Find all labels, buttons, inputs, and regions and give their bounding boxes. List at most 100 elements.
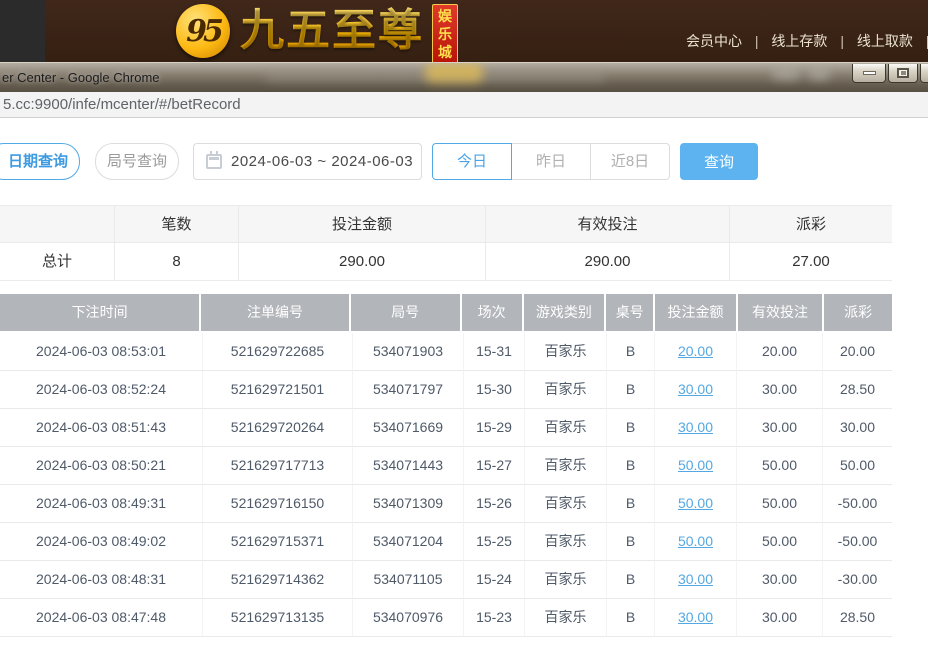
bet-cell-game-type: 百家乐 (525, 447, 607, 485)
summary-col-header: 投注金额 (239, 206, 486, 243)
bet-cell-ticket-no: 521629716150 (203, 485, 353, 523)
bet-cell-ticket-no: 521629714362 (203, 561, 353, 599)
bet-row: 2024-06-03 08:52:24521629721501534071797… (0, 371, 892, 409)
date-range-input[interactable]: 2024-06-03 ~ 2024-06-03 (193, 143, 422, 180)
bet-cell-payout: 28.50 (823, 599, 892, 637)
bet-cell-valid-bet: 50.00 (737, 523, 823, 561)
bet-cell-bet-amount: 30.00 (655, 409, 737, 447)
range-last8-button[interactable]: 近8日 (591, 143, 670, 180)
site-header: 95 九五至尊 娱乐城 会员中心 | 线上存款 | 线上取款 | 一键划转 (0, 0, 928, 62)
bet-cell-payout: -30.00 (823, 561, 892, 599)
bet-cell-table-no: B (607, 485, 655, 523)
logo-coin-icon: 95 (176, 4, 230, 58)
logo-badge: 娱乐城 (432, 4, 458, 62)
bet-cell-game-type: 百家乐 (525, 371, 607, 409)
summary-col-header: 有效投注 (486, 206, 730, 243)
bet-amount-link[interactable]: 30.00 (678, 571, 713, 587)
bet-row: 2024-06-03 08:49:31521629716150534071309… (0, 485, 892, 523)
nav-item-online-deposit[interactable]: 线上存款 (771, 33, 827, 49)
bet-cell-game-type: 百家乐 (525, 599, 607, 637)
bet-cell-time: 2024-06-03 08:53:01 (0, 333, 203, 371)
bet-col-header-valid-bet: 有效投注 (738, 294, 822, 331)
bet-cell-bet-amount: 50.00 (655, 447, 737, 485)
bet-cell-table-no: B (607, 523, 655, 561)
summary-total-cell: 27.00 (730, 243, 892, 281)
round-query-tab[interactable]: 局号查询 (95, 143, 179, 180)
logo-badge-char: 娱 (438, 7, 452, 25)
bet-cell-time: 2024-06-03 08:49:31 (0, 485, 203, 523)
titlebar-reflection (808, 71, 830, 80)
bet-row: 2024-06-03 08:50:21521629717713534071443… (0, 447, 892, 485)
window-controls (850, 64, 928, 83)
bet-cell-game-type: 百家乐 (525, 485, 607, 523)
bet-cell-bet-amount: 50.00 (655, 523, 737, 561)
bet-cell-table-no: B (607, 599, 655, 637)
site-logo: 95 九五至尊 娱乐城 (176, 0, 458, 62)
nav-item-online-withdraw[interactable]: 线上取款 (857, 33, 913, 49)
bet-cell-session: 15-30 (464, 371, 525, 409)
bet-cell-ticket-no: 521629721501 (203, 371, 353, 409)
bet-col-header-round-no: 局号 (351, 294, 460, 331)
bet-table-header-row: 下注时间注单编号局号场次游戏类别桌号投注金额有效投注派彩 (0, 294, 892, 333)
bet-cell-time: 2024-06-03 08:47:48 (0, 599, 203, 637)
bet-amount-link[interactable]: 50.00 (678, 495, 713, 511)
bet-row: 2024-06-03 08:47:48521629713135534070976… (0, 599, 892, 637)
nav-separator: | (755, 33, 759, 49)
minimize-button[interactable] (852, 64, 886, 83)
summary-total-cell: 8 (115, 243, 239, 281)
bet-amount-link[interactable]: 30.00 (678, 609, 713, 625)
logo-badge-char: 城 (438, 43, 452, 61)
calendar-icon (206, 154, 222, 169)
bet-cell-time: 2024-06-03 08:50:21 (0, 447, 203, 485)
bet-cell-game-type: 百家乐 (525, 561, 607, 599)
summary-total-cell: 290.00 (486, 243, 730, 281)
bet-cell-payout: 20.00 (823, 333, 892, 371)
bet-cell-time: 2024-06-03 08:52:24 (0, 371, 203, 409)
bet-cell-bet-amount: 30.00 (655, 561, 737, 599)
close-button[interactable] (920, 64, 928, 83)
bet-row: 2024-06-03 08:49:02521629715371534071204… (0, 523, 892, 561)
nav-item-member-center[interactable]: 会员中心 (686, 33, 742, 49)
bet-cell-valid-bet: 30.00 (737, 561, 823, 599)
bet-cell-ticket-no: 521629713135 (203, 599, 353, 637)
bet-cell-payout: 50.00 (823, 447, 892, 485)
bet-cell-session: 15-31 (464, 333, 525, 371)
summary-col-header: 笔数 (115, 206, 239, 243)
bet-cell-payout: -50.00 (823, 485, 892, 523)
bet-cell-round-no: 534071669 (353, 409, 464, 447)
bet-amount-link[interactable]: 50.00 (678, 533, 713, 549)
window-titlebar[interactable]: er Center - Google Chrome (0, 62, 928, 92)
bet-cell-round-no: 534071309 (353, 485, 464, 523)
maximize-icon (897, 68, 909, 78)
bet-cell-valid-bet: 30.00 (737, 409, 823, 447)
bet-amount-link[interactable]: 30.00 (678, 419, 713, 435)
bet-cell-round-no: 534070976 (353, 599, 464, 637)
bet-table-body: 2024-06-03 08:53:01521629722685534071903… (0, 333, 892, 637)
summary-header-row: 笔数投注金额有效投注派彩 (0, 206, 892, 243)
search-button[interactable]: 查询 (680, 143, 758, 180)
maximize-button[interactable] (888, 64, 918, 83)
bet-cell-table-no: B (607, 333, 655, 371)
bet-cell-valid-bet: 30.00 (737, 599, 823, 637)
bet-amount-link[interactable]: 30.00 (678, 381, 713, 397)
nav-separator: | (840, 33, 844, 49)
range-today-button[interactable]: 今日 (432, 143, 512, 180)
range-yesterday-button[interactable]: 昨日 (512, 143, 591, 180)
bet-record-table: 下注时间注单编号局号场次游戏类别桌号投注金额有效投注派彩 2024-06-03 … (0, 294, 892, 637)
bet-cell-time: 2024-06-03 08:48:31 (0, 561, 203, 599)
bet-cell-bet-amount: 50.00 (655, 485, 737, 523)
bet-amount-link[interactable]: 20.00 (678, 343, 713, 359)
bet-cell-table-no: B (607, 409, 655, 447)
bet-cell-valid-bet: 50.00 (737, 485, 823, 523)
bet-cell-session: 15-25 (464, 523, 525, 561)
logo-badge-char: 乐 (438, 25, 452, 43)
bet-cell-payout: 28.50 (823, 371, 892, 409)
summary-total-cell: 290.00 (239, 243, 486, 281)
bet-amount-link[interactable]: 50.00 (678, 457, 713, 473)
bet-row: 2024-06-03 08:51:43521629720264534071669… (0, 409, 892, 447)
bet-cell-round-no: 534071204 (353, 523, 464, 561)
bet-cell-session: 15-29 (464, 409, 525, 447)
bet-cell-game-type: 百家乐 (525, 409, 607, 447)
date-query-tab[interactable]: 日期查询 (0, 143, 80, 180)
url-bar[interactable]: 5.cc:9900/infe/mcenter/#/betRecord (0, 92, 928, 118)
